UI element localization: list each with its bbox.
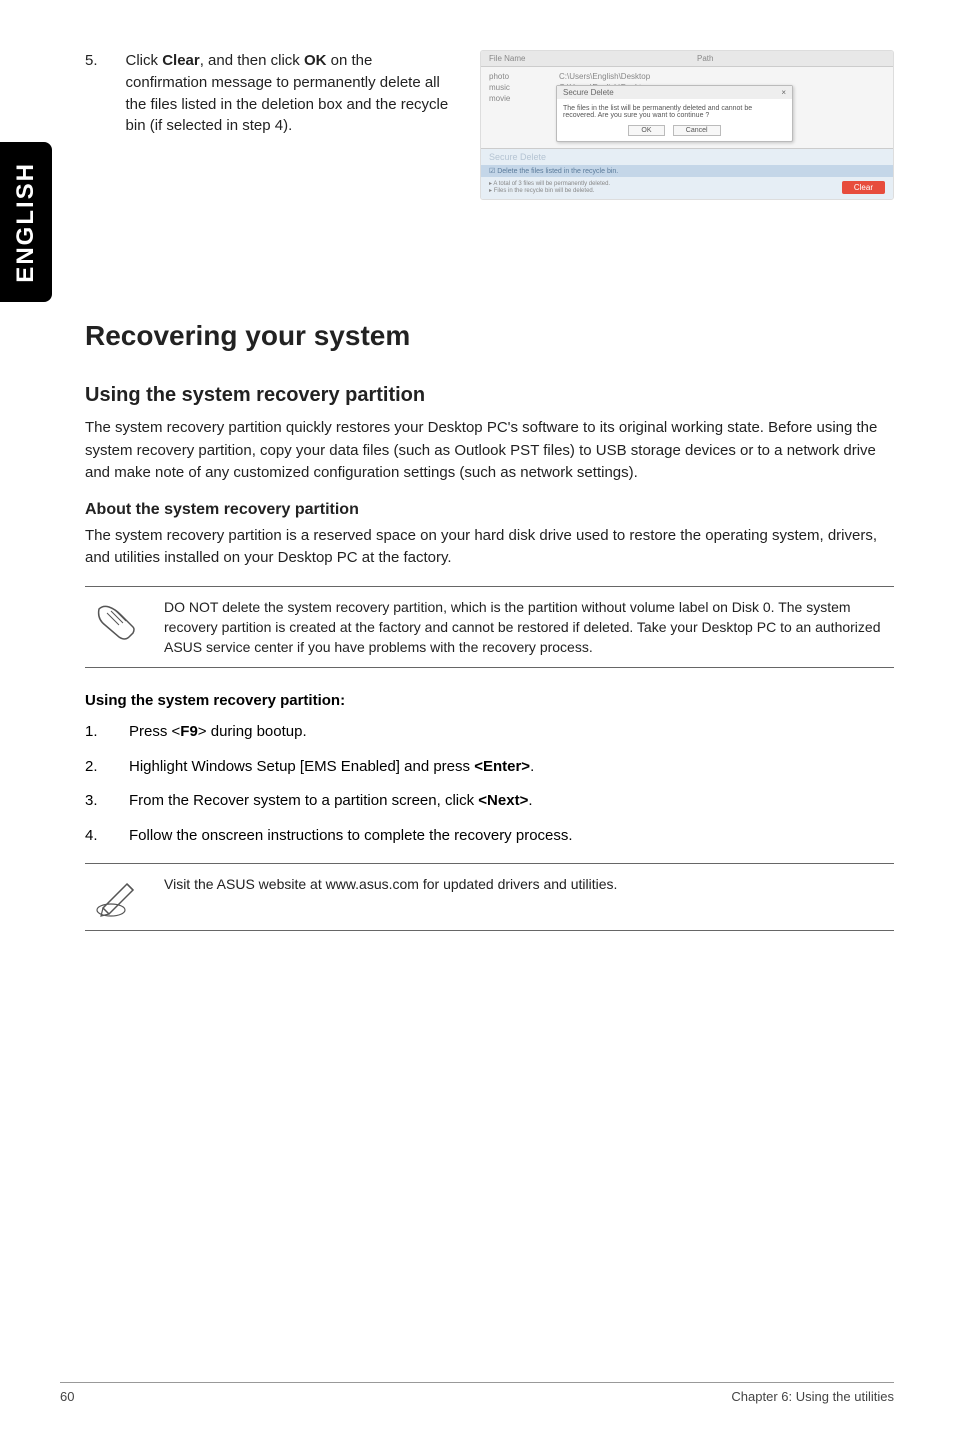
about-heading: About the system recovery partition: [85, 501, 894, 519]
status-lines: ▸ A total of 3 files will be permanently…: [489, 180, 610, 194]
subsection-title: Using the system recovery partition: [85, 384, 894, 407]
close-icon[interactable]: ×: [781, 88, 786, 97]
col-path: Path: [697, 54, 713, 63]
steps-list: 1. Press <F9> during bootup. 2. Highligh…: [85, 721, 894, 847]
using-heading: Using the system recovery partition:: [85, 692, 894, 709]
warning-text: DO NOT delete the system recovery partit…: [164, 597, 890, 658]
page-number: 60: [60, 1389, 74, 1404]
file-row-path-0: C:\Users\English\Desktop: [559, 71, 650, 82]
step5-number: 5.: [85, 50, 98, 137]
step5-t1: Click: [126, 52, 163, 69]
step-2: 2. Highlight Windows Setup [EMS Enabled]…: [85, 756, 894, 779]
step5-t2: , and then click: [200, 52, 304, 69]
step5-b1: Clear: [162, 52, 200, 69]
step-2-bold: <Enter>: [474, 758, 530, 775]
step-1-num: 1.: [85, 721, 101, 744]
section-title: Recovering your system: [85, 320, 894, 352]
dialog-buttons: OK Cancel: [557, 125, 792, 141]
dialog-title-text: Secure Delete: [563, 88, 614, 97]
step-1: 1. Press <F9> during bootup.: [85, 721, 894, 744]
pencil-icon: [89, 874, 144, 920]
step-4-num: 4.: [85, 825, 101, 848]
recycle-checkbox-label: Delete the files listed in the recycle b…: [497, 168, 618, 175]
step-4: 4. Follow the onscreen instructions to c…: [85, 825, 894, 848]
step5-row: 5. Click Clear, and then click OK on the…: [85, 50, 894, 200]
file-row-name-1: music: [489, 82, 559, 93]
dialog-title-bar: Secure Delete ×: [557, 86, 792, 99]
file-row-name-2: movie: [489, 93, 559, 104]
ok-button[interactable]: OK: [628, 125, 664, 136]
warning-note: DO NOT delete the system recovery partit…: [85, 586, 894, 669]
status2: Files in the recycle bin will be deleted…: [494, 188, 595, 194]
step5-text-block: 5. Click Clear, and then click OK on the…: [85, 50, 455, 137]
step-2-num: 2.: [85, 756, 101, 779]
screenshot-bottom: Secure Delete ☑ Delete the files listed …: [481, 148, 893, 199]
step-3-bold: <Next>: [478, 792, 528, 809]
step-4-pre: Follow the onscreen instructions to comp…: [129, 827, 573, 844]
hand-icon: [89, 597, 144, 658]
cancel-button[interactable]: Cancel: [673, 125, 721, 136]
info-text: Visit the ASUS website at www.asus.com f…: [164, 874, 617, 920]
screenshot-header: File Name Path: [481, 51, 893, 67]
page-container: 5. Click Clear, and then click OK on the…: [0, 0, 954, 1358]
file-row-name-0: photo: [489, 71, 559, 82]
step-3-pre: From the Recover system to a partition s…: [129, 792, 478, 809]
clear-button[interactable]: Clear: [842, 181, 885, 194]
step-3-post: .: [528, 792, 532, 809]
step5-body: Click Clear, and then click OK on the co…: [126, 50, 455, 137]
recycle-checkbox[interactable]: ☑ Delete the files listed in the recycle…: [481, 165, 893, 177]
step-1-pre: Press <: [129, 723, 180, 740]
page-footer: 60 Chapter 6: Using the utilities: [60, 1382, 894, 1404]
step-1-post: > during bootup.: [198, 723, 307, 740]
confirmation-screenshot: File Name Path photoC:\Users\English\Des…: [480, 50, 894, 200]
step5-b2: OK: [304, 52, 327, 69]
confirm-dialog: Secure Delete × The files in the list wi…: [556, 85, 793, 142]
about-paragraph: The system recovery partition is a reser…: [85, 525, 894, 570]
info-note: Visit the ASUS website at www.asus.com f…: [85, 863, 894, 931]
step-2-post: .: [530, 758, 534, 775]
intro-paragraph: The system recovery partition quickly re…: [85, 417, 894, 485]
panel-title: Secure Delete: [481, 149, 893, 165]
col-filename: File Name: [489, 54, 525, 63]
chapter-label: Chapter 6: Using the utilities: [731, 1389, 894, 1404]
status1: A total of 3 files will be permanently d…: [493, 181, 610, 187]
step-1-bold: F9: [180, 723, 198, 740]
dialog-message: The files in the list will be permanentl…: [557, 99, 792, 125]
step-2-pre: Highlight Windows Setup [EMS Enabled] an…: [129, 758, 474, 775]
step-3-num: 3.: [85, 790, 101, 813]
step-3: 3. From the Recover system to a partitio…: [85, 790, 894, 813]
